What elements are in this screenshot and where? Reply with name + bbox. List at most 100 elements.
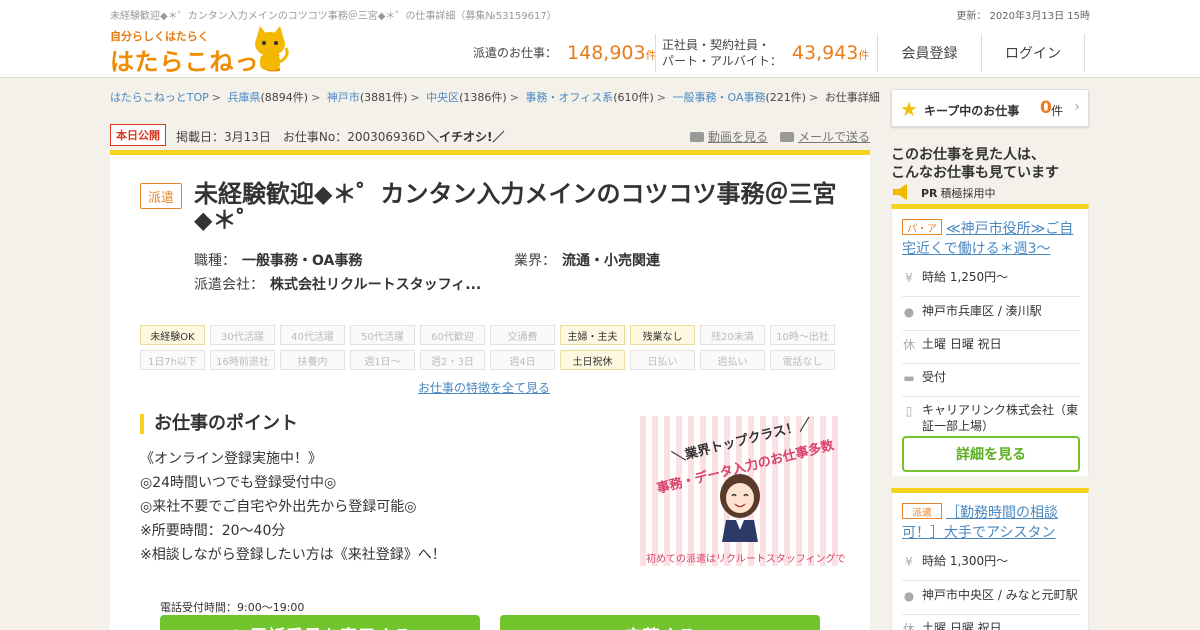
holiday-value: 土曜 日曜 祝日 bbox=[922, 621, 1002, 630]
site-logo[interactable]: 自分らしくはたらく はたらこねっと bbox=[110, 26, 300, 76]
job-title: 未経験歓迎◆＊゜カンタン入力メインのコツコツ事務＠三宮◆＊゜ bbox=[194, 180, 837, 234]
seishain-label-line2: パート・アルバイト： bbox=[662, 54, 782, 68]
chevron-right-icon: › bbox=[1074, 99, 1080, 115]
breadcrumb-count: (221件) bbox=[765, 91, 807, 104]
feature-tag: 未経験OK bbox=[140, 325, 205, 345]
occupation-value: 一般事務・OA事務 bbox=[242, 253, 363, 269]
breadcrumb: はたらこねっとTOP > 兵庫県(8894件) > 神戸市(3881件) > 中央区(… bbox=[110, 91, 880, 104]
promo-footer: 初めての派遣はリクルートスタッフィングで bbox=[646, 554, 846, 565]
job-points-heading: お仕事のポイント bbox=[140, 414, 298, 434]
view-details-button[interactable]: 詳細を見る bbox=[902, 436, 1080, 472]
wage-value: 時給 1,300円～ bbox=[922, 554, 1009, 568]
login-button[interactable]: ログイン bbox=[981, 34, 1085, 72]
point-line: ◎来社不要でご自宅や外出先から登録可能◎ bbox=[140, 499, 417, 515]
point-line: ※相談しながら登録したい方は《来社登録》へ！ bbox=[140, 547, 446, 563]
feature-tag: 60代歓迎 bbox=[420, 325, 485, 345]
holiday-row: 休 土曜 日曜 祝日 bbox=[902, 336, 1080, 364]
pr-text: 積極採用中 bbox=[940, 187, 996, 200]
register-button[interactable]: 会員登録 bbox=[877, 34, 981, 72]
breadcrumb-link[interactable]: 中央区 bbox=[426, 91, 459, 104]
wage-value: 時給 1,250円～ bbox=[922, 270, 1009, 284]
feature-tag: 週4日 bbox=[490, 350, 555, 370]
company-value: キャリアリンク株式会社（東証一部上場） bbox=[922, 403, 1079, 433]
map-pin-icon: ● bbox=[903, 589, 915, 603]
related-job-title[interactable]: ［勤務時間の相談可！］大手でアシスタン bbox=[902, 503, 1080, 543]
recommend-label: ＼イチオシ!／ bbox=[427, 130, 505, 144]
promo-image: ＼業界トップクラス！／ 事務・データ入力のお仕事多数 初めての派遣はリクルートス… bbox=[640, 416, 846, 566]
site-header: 未経験歓迎◆＊゜カンタン入力メインのコツコツ事務＠三宮◆＊゜の仕事詳細（募集№5… bbox=[0, 0, 1200, 78]
apply-method-value: 受付 bbox=[922, 370, 947, 384]
feature-tag: 50代活躍 bbox=[350, 325, 415, 345]
job-detail-card: 派遣 未経験歓迎◆＊゜カンタン入力メインのコツコツ事務＠三宮◆＊゜ 職種： 一般事… bbox=[110, 150, 870, 630]
occupation-info: 職種： 一般事務・OA事務 bbox=[194, 250, 362, 270]
yen-icon: ¥ bbox=[905, 271, 913, 285]
industry-value: 流通・小売関連 bbox=[562, 253, 660, 269]
industry-label: 業界： bbox=[514, 253, 556, 269]
employment-type-tag: 派遣 bbox=[140, 183, 182, 209]
seishain-count-label: 正社員・契約社員・ パート・アルバイト： bbox=[662, 37, 782, 69]
pr-mark: PR bbox=[921, 187, 938, 200]
video-icon bbox=[690, 131, 704, 142]
megaphone-icon bbox=[893, 184, 907, 200]
cat-mascot-icon bbox=[255, 26, 289, 70]
breadcrumb-count: (8894件) bbox=[260, 91, 309, 104]
map-pin-icon: ● bbox=[903, 305, 915, 319]
industry-info: 業界： 流通・小売関連 bbox=[514, 250, 660, 270]
show-all-features-link[interactable]: お仕事の特徴を全て見る bbox=[418, 379, 550, 396]
related-job-title[interactable]: ≪神戸市役所≫ご自宅近くで働ける＊週3～ bbox=[902, 219, 1080, 259]
building-icon: ▯ bbox=[905, 404, 913, 418]
feature-tag: 主婦・主夫 bbox=[560, 325, 625, 345]
keep-label: キープ中のお仕事 bbox=[924, 104, 1020, 118]
video-link[interactable]: 動画を見る bbox=[690, 128, 768, 145]
feature-tag: 土日祝休 bbox=[560, 350, 625, 370]
apply-button[interactable]: 応募する bbox=[500, 615, 820, 630]
occupation-label: 職種： bbox=[194, 253, 236, 269]
point-line: ◎24時間いつでも登録受付中◎ bbox=[140, 475, 337, 491]
mail-link[interactable]: メールで送る bbox=[780, 128, 870, 145]
breadcrumb-link[interactable]: はたらこねっとTOP bbox=[110, 91, 209, 104]
feature-tag: 扶養内 bbox=[280, 350, 345, 370]
header-subtitle: 未経験歓迎◆＊゜カンタン入力メインのコツコツ事務＠三宮◆＊゜の仕事詳細（募集№5… bbox=[110, 11, 557, 22]
mail-link-label: メールで送る bbox=[798, 130, 871, 144]
haken-job-count[interactable]: 派遣のお仕事： 148,903 件 bbox=[473, 34, 657, 72]
updated-time: 更新： 2020年3月13日 15時 bbox=[956, 11, 1090, 22]
breadcrumb-link[interactable]: 兵庫県 bbox=[228, 91, 261, 104]
breadcrumb-link[interactable]: 事務・オフィス系 bbox=[525, 91, 613, 104]
breadcrumb-link[interactable]: 一般事務・OA事務 bbox=[673, 91, 766, 104]
job-points-text: 《オンライン登録実施中！》 ◎24時間いつでも登録受付中◎ ◎来社不要でご自宅や… bbox=[140, 447, 446, 567]
haken-count-value: 148,903 bbox=[567, 42, 646, 64]
pr-label: PR 積極採用中 bbox=[921, 185, 996, 201]
seishain-count-unit: 件 bbox=[858, 49, 870, 62]
related-jobs-heading: このお仕事を見た人は、 こんなお仕事も見ています bbox=[891, 146, 1059, 182]
feature-tag: 30代活躍 bbox=[210, 325, 275, 345]
feature-tag: 40代活躍 bbox=[280, 325, 345, 345]
keep-list-button[interactable]: ★ キープ中のお仕事 0 件 › bbox=[891, 89, 1089, 127]
location-row: ● 神戸市中央区 / みなと元町駅 bbox=[902, 587, 1080, 615]
feature-tag: 日払い bbox=[630, 350, 695, 370]
related-heading-line1: このお仕事を見た人は、 bbox=[891, 147, 1045, 163]
job-meta-row: 本日公開 掲載日：3月13日 お仕事No：200306936D ＼イチオシ!／ … bbox=[110, 124, 870, 148]
briefcase-icon: ▬ bbox=[903, 371, 915, 385]
haken-count-label: 派遣のお仕事： bbox=[473, 46, 558, 60]
seishain-count-value: 43,943 bbox=[791, 42, 859, 64]
company-row: ▯ キャリアリンク株式会社（東証一部上場） bbox=[902, 402, 1080, 434]
holiday-icon: 休 bbox=[902, 622, 915, 630]
show-phone-button[interactable]: ✆ 電話番号を表示する bbox=[160, 615, 480, 630]
wage-row: ¥ 時給 1,300円～ bbox=[902, 553, 1080, 581]
location-row: ● 神戸市兵庫区 / 湊川駅 bbox=[902, 303, 1080, 331]
posted-info: 掲載日：3月13日 お仕事No：200306936D bbox=[176, 130, 426, 144]
star-icon: ★ bbox=[900, 97, 918, 121]
seishain-label-line1: 正社員・契約社員・ bbox=[662, 38, 771, 52]
location-value: 神戸市中央区 / みなと元町駅 bbox=[922, 588, 1078, 602]
breadcrumb-count: (610件) bbox=[613, 91, 654, 104]
breadcrumb-link[interactable]: 神戸市 bbox=[327, 91, 360, 104]
agency-label: 派遣会社： bbox=[194, 277, 264, 293]
related-job-card[interactable]: 派遣 ［勤務時間の相談可！］大手でアシスタン ¥ 時給 1,300円～ ● 神戸… bbox=[891, 488, 1089, 630]
new-today-badge: 本日公開 bbox=[110, 124, 166, 146]
woman-illustration-icon bbox=[720, 474, 760, 542]
feature-tag: 週1日～ bbox=[350, 350, 415, 370]
related-job-card[interactable]: パ・ア ≪神戸市役所≫ご自宅近くで働ける＊週3～ ¥ 時給 1,250円～ ● … bbox=[891, 204, 1089, 476]
feature-tag: 交通費 bbox=[490, 325, 555, 345]
seishain-job-count[interactable]: 正社員・契約社員・ パート・アルバイト： 43,943 件 bbox=[655, 34, 869, 72]
feature-tag: 残20未満 bbox=[700, 325, 765, 345]
